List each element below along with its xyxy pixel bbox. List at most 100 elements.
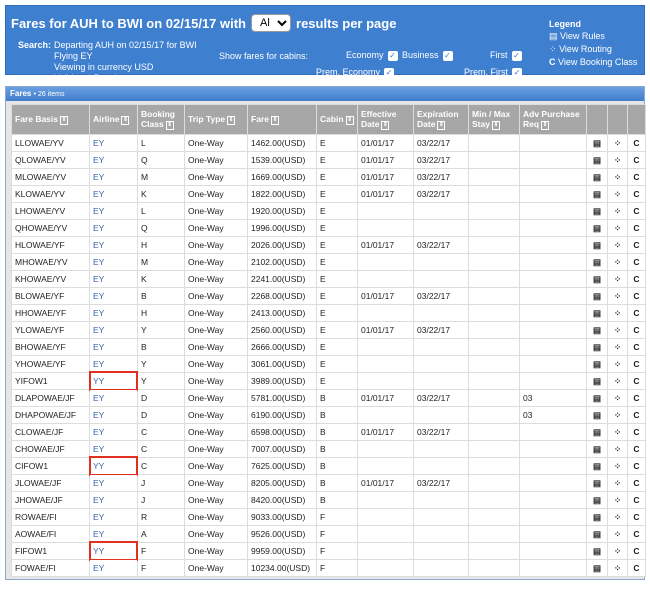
column-header[interactable]: Booking Class ⇕	[137, 104, 185, 135]
view-routing-icon[interactable]: ⁘	[607, 406, 628, 424]
sort-icon[interactable]: ⇕	[381, 120, 390, 130]
view-booking-class-icon[interactable]: C	[627, 338, 646, 356]
view-rules-icon[interactable]: ▤	[586, 491, 608, 509]
view-rules-icon[interactable]: ▤	[586, 219, 608, 237]
view-rules-icon[interactable]: ▤	[586, 508, 608, 526]
view-rules-icon[interactable]: ▤	[586, 321, 608, 339]
view-rules-icon[interactable]: ▤	[586, 338, 608, 356]
view-rules-icon[interactable]: ▤	[586, 236, 608, 254]
column-header[interactable]: Effective Date ⇕	[357, 104, 414, 135]
view-booking-class-icon[interactable]: C	[627, 253, 646, 271]
view-routing-icon[interactable]: ⁘	[607, 202, 628, 220]
view-routing-icon[interactable]: ⁘	[607, 270, 628, 288]
view-routing-icon[interactable]: ⁘	[607, 355, 628, 373]
view-rules-icon[interactable]: ▤	[586, 423, 608, 441]
view-booking-class-icon[interactable]: C	[627, 355, 646, 373]
view-booking-class-icon[interactable]: C	[627, 151, 646, 169]
view-rules-icon[interactable]: ▤	[586, 389, 608, 407]
first-checkbox[interactable]: ✓	[511, 50, 522, 61]
cabin-prem-first[interactable]: Prem. First ✓	[464, 67, 522, 78]
view-rules-icon[interactable]: ▤	[586, 440, 608, 458]
view-routing-icon[interactable]: ⁘	[607, 474, 628, 492]
view-booking-class-icon[interactable]: C	[627, 559, 646, 577]
view-routing-icon[interactable]: ⁘	[607, 559, 628, 577]
view-booking-class-icon[interactable]: C	[627, 457, 646, 475]
view-booking-class-icon[interactable]: C	[627, 491, 646, 509]
view-routing-icon[interactable]: ⁘	[607, 151, 628, 169]
cabin-business[interactable]: Business ✓	[402, 50, 453, 61]
view-rules-icon[interactable]: ▤	[586, 559, 608, 577]
view-booking-class-icon[interactable]: C	[627, 372, 646, 390]
prem-first-checkbox[interactable]: ✓	[512, 67, 522, 78]
view-booking-class-icon[interactable]: C	[627, 236, 646, 254]
sort-icon[interactable]: ⇕	[491, 120, 500, 130]
view-booking-class-icon[interactable]: C	[627, 525, 646, 543]
cabin-economy[interactable]: Economy ✓	[346, 50, 398, 61]
view-rules-icon[interactable]: ▤	[586, 304, 608, 322]
view-rules-icon[interactable]: ▤	[586, 202, 608, 220]
view-booking-class-icon[interactable]: C	[627, 202, 646, 220]
view-routing-icon[interactable]: ⁘	[607, 491, 628, 509]
business-checkbox[interactable]: ✓	[442, 50, 453, 61]
view-rules-icon[interactable]: ▤	[586, 457, 608, 475]
view-booking-class-icon[interactable]: C	[627, 134, 646, 152]
view-rules-icon[interactable]: ▤	[586, 270, 608, 288]
view-routing-icon[interactable]: ⁘	[607, 457, 628, 475]
view-rules-icon[interactable]: ▤	[586, 355, 608, 373]
column-header[interactable]: Fare Basis ⇕	[11, 104, 90, 135]
view-routing-icon[interactable]: ⁘	[607, 508, 628, 526]
sort-icon[interactable]: ⇕	[227, 115, 236, 125]
view-rules-icon[interactable]: ▤	[586, 372, 608, 390]
view-booking-class-icon[interactable]: C	[627, 270, 646, 288]
view-booking-class-icon[interactable]: C	[627, 321, 646, 339]
view-routing-icon[interactable]: ⁘	[607, 219, 628, 237]
view-booking-class-icon[interactable]: C	[627, 389, 646, 407]
view-booking-class-icon[interactable]: C	[627, 508, 646, 526]
view-rules-icon[interactable]: ▤	[586, 151, 608, 169]
view-routing-icon[interactable]: ⁘	[607, 236, 628, 254]
view-booking-class-icon[interactable]: C	[627, 406, 646, 424]
column-header[interactable]: Expiration Date ⇕	[413, 104, 469, 135]
view-routing-icon[interactable]: ⁘	[607, 542, 628, 560]
view-routing-icon[interactable]: ⁘	[607, 423, 628, 441]
column-header[interactable]: Trip Type ⇕	[184, 104, 248, 135]
view-routing-icon[interactable]: ⁘	[607, 338, 628, 356]
view-booking-class-icon[interactable]: C	[627, 185, 646, 203]
view-booking-class-icon[interactable]: C	[627, 304, 646, 322]
results-per-page-select[interactable]: All	[251, 14, 292, 32]
view-routing-icon[interactable]: ⁘	[607, 440, 628, 458]
view-rules-icon[interactable]: ▤	[586, 134, 608, 152]
view-routing-icon[interactable]: ⁘	[607, 389, 628, 407]
view-rules-icon[interactable]: ▤	[586, 406, 608, 424]
view-routing-icon[interactable]: ⁘	[607, 134, 628, 152]
sort-icon[interactable]: ⇕	[270, 115, 279, 125]
view-routing-icon[interactable]: ⁘	[607, 525, 628, 543]
view-routing-icon[interactable]: ⁘	[607, 321, 628, 339]
column-header[interactable]: Adv Purchase Req ⇕	[519, 104, 587, 135]
view-booking-class-icon[interactable]: C	[627, 542, 646, 560]
prem-economy-checkbox[interactable]: ✓	[384, 67, 395, 78]
view-booking-class-icon[interactable]: C	[627, 423, 646, 441]
sort-icon[interactable]: ⇕	[345, 115, 354, 125]
view-rules-icon[interactable]: ▤	[586, 185, 608, 203]
view-rules-icon[interactable]: ▤	[586, 474, 608, 492]
view-routing-icon[interactable]: ⁘	[607, 372, 628, 390]
cabin-first[interactable]: First ✓	[490, 50, 522, 61]
column-header[interactable]: Fare ⇕	[247, 104, 317, 135]
column-header[interactable]: Airline ⇕	[89, 104, 138, 135]
sort-icon[interactable]: ⇕	[121, 115, 130, 125]
view-routing-icon[interactable]: ⁘	[607, 185, 628, 203]
view-routing-icon[interactable]: ⁘	[607, 253, 628, 271]
sort-icon[interactable]: ⇕	[60, 115, 68, 125]
view-booking-class-icon[interactable]: C	[627, 474, 646, 492]
cabin-prem-economy[interactable]: Prem. Economy ✓	[316, 67, 395, 78]
column-header[interactable]: Cabin ⇕	[316, 104, 358, 135]
view-booking-class-icon[interactable]: C	[627, 287, 646, 305]
view-routing-icon[interactable]: ⁘	[607, 168, 628, 186]
view-rules-icon[interactable]: ▤	[586, 168, 608, 186]
view-routing-icon[interactable]: ⁘	[607, 287, 628, 305]
view-booking-class-icon[interactable]: C	[627, 440, 646, 458]
economy-checkbox[interactable]: ✓	[387, 50, 398, 61]
sort-icon[interactable]: ⇕	[165, 120, 174, 130]
sort-icon[interactable]: ⇕	[437, 120, 446, 130]
